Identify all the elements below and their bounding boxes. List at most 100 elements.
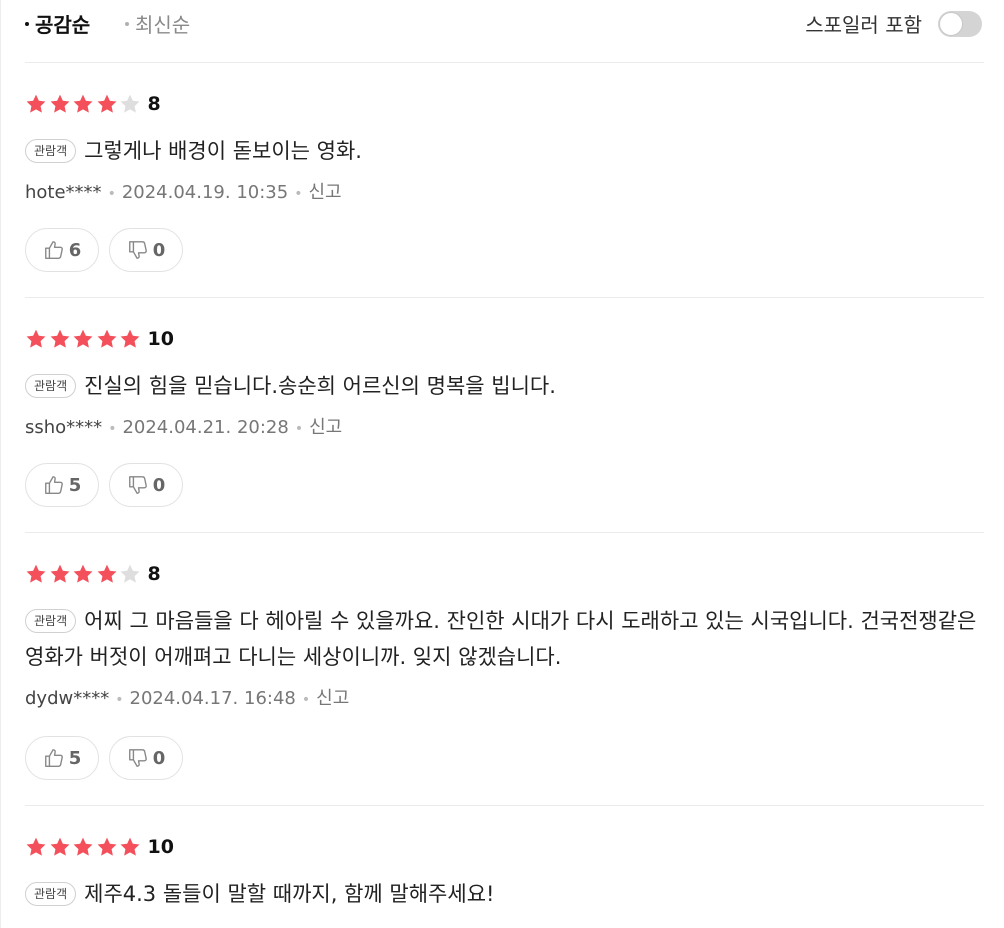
thumbs-down-icon	[127, 474, 153, 496]
review-meta: dydw**** • 2024.04.17. 16:48 • 신고	[25, 687, 349, 712]
star-filled-icon	[96, 836, 118, 858]
star-filled-icon	[96, 328, 118, 350]
divider	[25, 62, 984, 63]
meta-separator: •	[294, 421, 304, 437]
sort-bar: 공감순 최신순 스포일러 포함	[25, 8, 984, 42]
meta-separator: •	[294, 186, 303, 202]
spoiler-toggle[interactable]	[938, 11, 982, 37]
meta-separator: •	[115, 692, 124, 708]
rating-score: 10	[147, 836, 174, 858]
dislike-count: 0	[152, 239, 166, 261]
review-username: ssho****	[25, 417, 103, 438]
thumbs-up-icon	[43, 474, 69, 496]
viewer-badge: 관람객	[25, 882, 77, 906]
star-filled-icon	[72, 836, 94, 858]
star-filled-icon	[49, 563, 71, 585]
star-filled-icon	[96, 563, 118, 585]
review-meta: ssho**** • 2024.04.21. 20:28 • 신고	[25, 416, 342, 441]
divider	[25, 532, 984, 533]
divider	[25, 805, 984, 806]
review-item: 8 관람객 어찌 그 마음들을 다 헤아릴 수 있을까요. 잔인한 시대가 다시 …	[25, 563, 984, 783]
viewer-badge: 관람객	[25, 609, 77, 633]
dislike-count: 0	[152, 474, 166, 496]
star-filled-icon	[25, 328, 47, 350]
toggle-knob	[939, 12, 963, 36]
star-filled-icon	[49, 836, 71, 858]
sort-by-latest-label: 최신순	[135, 13, 191, 37]
report-link[interactable]: 신고	[309, 417, 342, 438]
rating-row: 8	[25, 563, 161, 587]
review-item: 10 관람객 제주4.3 돌들이 말할 때까지, 함께 말해주세요!	[25, 836, 984, 928]
review-text: 제주4.3 돌들이 말할 때까지, 함께 말해주세요!	[84, 882, 495, 906]
star-filled-icon	[25, 836, 47, 858]
review-date: 2024.04.19. 10:35	[121, 182, 289, 203]
review-list-page: 공감순 최신순 스포일러 포함 8 관람객 그렇게나 배경이 돋보이는 영화. h…	[0, 0, 1004, 928]
review-text-block: 관람객 그렇게나 배경이 돋보이는 영화.	[25, 133, 984, 169]
star-filled-icon	[25, 93, 47, 115]
review-item: 10 관람객 진실의 힘을 믿습니다.송순희 어르신의 명복을 빕니다. ssho…	[25, 328, 984, 512]
rating-score: 8	[147, 93, 161, 115]
meta-separator: •	[107, 186, 116, 202]
bullet-dot-icon	[125, 21, 129, 26]
star-filled-icon	[49, 328, 71, 350]
viewer-badge: 관람객	[25, 374, 77, 398]
review-date: 2024.04.21. 20:28	[122, 417, 289, 438]
report-link[interactable]: 신고	[308, 182, 341, 203]
review-item: 8 관람객 그렇게나 배경이 돋보이는 영화. hote**** • 2024.04.…	[25, 93, 984, 277]
review-text-block: 관람객 진실의 힘을 믿습니다.송순희 어르신의 명복을 빕니다.	[25, 368, 984, 404]
spoiler-toggle-label: 스포일러 포함	[805, 13, 922, 37]
rating-score: 10	[147, 328, 174, 350]
thumbs-down-icon	[127, 239, 153, 261]
review-text-block: 관람객 어찌 그 마음들을 다 헤아릴 수 있을까요. 잔인한 시대가 다시 도래…	[25, 603, 984, 675]
rating-row: 10	[25, 328, 174, 352]
sort-by-latest-option[interactable]: 최신순	[125, 12, 190, 38]
star-filled-icon	[96, 93, 118, 115]
star-filled-icon	[119, 328, 141, 350]
star-filled-icon	[49, 93, 71, 115]
like-count: 6	[68, 239, 82, 261]
like-count: 5	[68, 747, 82, 769]
dislike-button[interactable]: 0	[109, 736, 183, 780]
thumbs-up-icon	[43, 747, 69, 769]
dislike-button[interactable]: 0	[109, 228, 183, 272]
thumbs-up-icon	[43, 239, 69, 261]
review-text: 그렇게나 배경이 돋보이는 영화.	[84, 139, 362, 163]
star-rating	[25, 837, 143, 856]
review-username: hote****	[25, 182, 102, 203]
rating-row: 10	[25, 836, 174, 860]
review-text-block: 관람객 제주4.3 돌들이 말할 때까지, 함께 말해주세요!	[25, 876, 984, 912]
thumbs-down-icon	[127, 747, 153, 769]
meta-separator: •	[108, 421, 117, 437]
dislike-count: 0	[152, 747, 166, 769]
like-button[interactable]: 5	[25, 463, 99, 507]
report-link[interactable]: 신고	[316, 688, 349, 709]
star-empty-icon	[119, 93, 141, 115]
like-button[interactable]: 5	[25, 736, 99, 780]
review-date: 2024.04.17. 16:48	[129, 688, 296, 709]
sort-by-likes-option[interactable]: 공감순	[25, 12, 90, 38]
dislike-button[interactable]: 0	[109, 463, 183, 507]
divider	[25, 297, 984, 298]
rating-row: 8	[25, 93, 161, 117]
review-meta: hote**** • 2024.04.19. 10:35 • 신고	[25, 181, 342, 206]
left-border	[0, 0, 1, 928]
rating-score: 8	[147, 563, 161, 585]
sort-by-likes-label: 공감순	[35, 13, 91, 37]
review-username: dydw****	[25, 688, 110, 709]
review-text: 진실의 힘을 믿습니다.송순희 어르신의 명복을 빕니다.	[84, 374, 556, 398]
meta-separator: •	[301, 692, 311, 708]
star-filled-icon	[72, 328, 94, 350]
star-filled-icon	[25, 563, 47, 585]
star-filled-icon	[72, 563, 94, 585]
star-filled-icon	[72, 93, 94, 115]
star-filled-icon	[119, 836, 141, 858]
star-rating	[25, 329, 143, 348]
like-count: 5	[68, 474, 82, 496]
star-rating	[25, 94, 143, 113]
like-button[interactable]: 6	[25, 228, 99, 272]
viewer-badge: 관람객	[25, 139, 77, 163]
review-text: 어찌 그 마음들을 다 헤아릴 수 있을까요. 잔인한 시대가 다시 도래하고 …	[25, 609, 977, 669]
bullet-dot-icon	[25, 21, 29, 26]
star-rating	[25, 564, 143, 583]
star-empty-icon	[119, 563, 141, 585]
